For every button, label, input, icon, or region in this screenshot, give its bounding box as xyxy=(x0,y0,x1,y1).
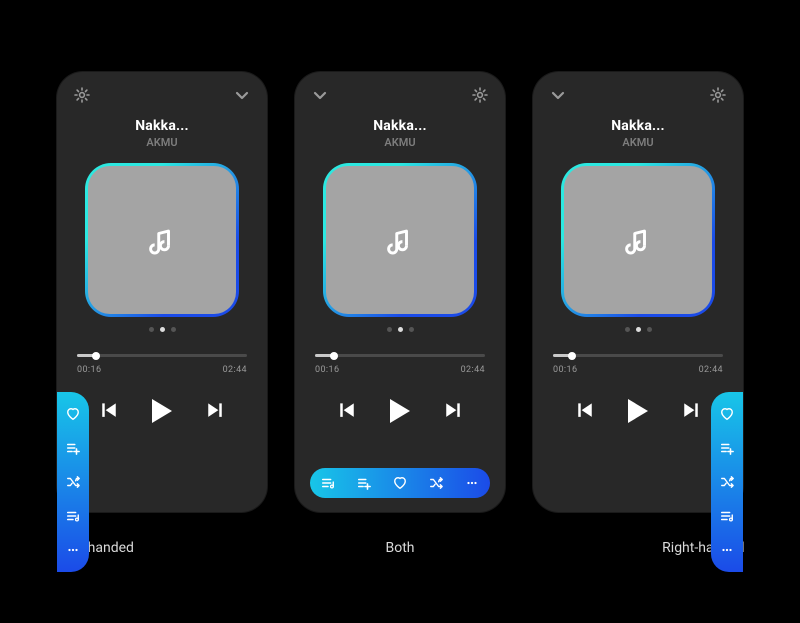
collapse-button[interactable] xyxy=(233,86,251,104)
previous-button[interactable] xyxy=(576,400,594,422)
page-indicator xyxy=(295,327,505,332)
next-button[interactable] xyxy=(444,400,462,422)
settings-button[interactable] xyxy=(709,86,727,104)
album-art[interactable] xyxy=(88,166,236,314)
time-total: 02:44 xyxy=(699,365,723,375)
previous-button[interactable] xyxy=(338,400,356,422)
time-elapsed: 00:16 xyxy=(553,365,577,375)
previous-button[interactable] xyxy=(100,400,118,422)
add-to-queue-button[interactable] xyxy=(65,440,81,456)
time-elapsed: 00:16 xyxy=(77,365,101,375)
variant-label-left: Left-handed xyxy=(0,540,193,556)
play-icon xyxy=(628,399,648,423)
next-button[interactable] xyxy=(682,400,700,422)
album-art-frame xyxy=(561,163,715,317)
seek-knob[interactable] xyxy=(568,352,576,360)
variant-label-both: Both xyxy=(303,540,496,556)
favorite-button[interactable] xyxy=(719,406,735,422)
shuffle-button[interactable] xyxy=(65,474,81,490)
album-art[interactable] xyxy=(326,166,474,314)
page-indicator xyxy=(533,327,743,332)
time-total: 02:44 xyxy=(223,365,247,375)
more-button[interactable] xyxy=(65,542,81,558)
seek-knob[interactable] xyxy=(330,352,338,360)
play-icon xyxy=(390,399,410,423)
play-icon xyxy=(152,399,172,423)
track-artist: AKMU xyxy=(295,136,505,149)
more-button[interactable] xyxy=(719,542,735,558)
next-button[interactable] xyxy=(206,400,224,422)
track-title: Nakka... xyxy=(295,118,505,134)
queue-button[interactable] xyxy=(320,475,336,491)
track-artist: AKMU xyxy=(533,136,743,149)
collapse-button[interactable] xyxy=(311,86,329,104)
action-rail-bottom xyxy=(310,468,490,498)
queue-button[interactable] xyxy=(65,508,81,524)
settings-button[interactable] xyxy=(471,86,489,104)
album-art-frame xyxy=(323,163,477,317)
album-art-frame xyxy=(85,163,239,317)
play-button[interactable] xyxy=(628,399,648,423)
action-rail-left xyxy=(57,392,89,572)
seek-bar[interactable] xyxy=(77,354,247,357)
queue-button[interactable] xyxy=(719,508,735,524)
time-total: 02:44 xyxy=(461,365,485,375)
music-note-icon xyxy=(387,227,413,253)
shuffle-button[interactable] xyxy=(428,475,444,491)
settings-button[interactable] xyxy=(73,86,91,104)
shuffle-button[interactable] xyxy=(719,474,735,490)
phone-left-handed: Nakka... AKMU 00:16 xyxy=(57,72,267,512)
favorite-button[interactable] xyxy=(392,475,408,491)
phone-right-handed: Nakka... AKMU 00:16 xyxy=(533,72,743,512)
collapse-button[interactable] xyxy=(549,86,567,104)
album-art[interactable] xyxy=(564,166,712,314)
add-to-queue-button[interactable] xyxy=(356,475,372,491)
variant-label-right: Right-handed xyxy=(607,540,800,556)
play-button[interactable] xyxy=(390,399,410,423)
action-rail-right xyxy=(711,392,743,572)
more-button[interactable] xyxy=(464,475,480,491)
music-note-icon xyxy=(149,227,175,253)
music-note-icon xyxy=(625,227,651,253)
add-to-queue-button[interactable] xyxy=(719,440,735,456)
favorite-button[interactable] xyxy=(65,406,81,422)
seek-knob[interactable] xyxy=(92,352,100,360)
track-artist: AKMU xyxy=(57,136,267,149)
track-title: Nakka... xyxy=(57,118,267,134)
page-indicator xyxy=(57,327,267,332)
track-title: Nakka... xyxy=(533,118,743,134)
play-button[interactable] xyxy=(152,399,172,423)
seek-bar[interactable] xyxy=(553,354,723,357)
phone-both: Nakka... AKMU 00:16 xyxy=(295,72,505,512)
time-elapsed: 00:16 xyxy=(315,365,339,375)
seek-bar[interactable] xyxy=(315,354,485,357)
